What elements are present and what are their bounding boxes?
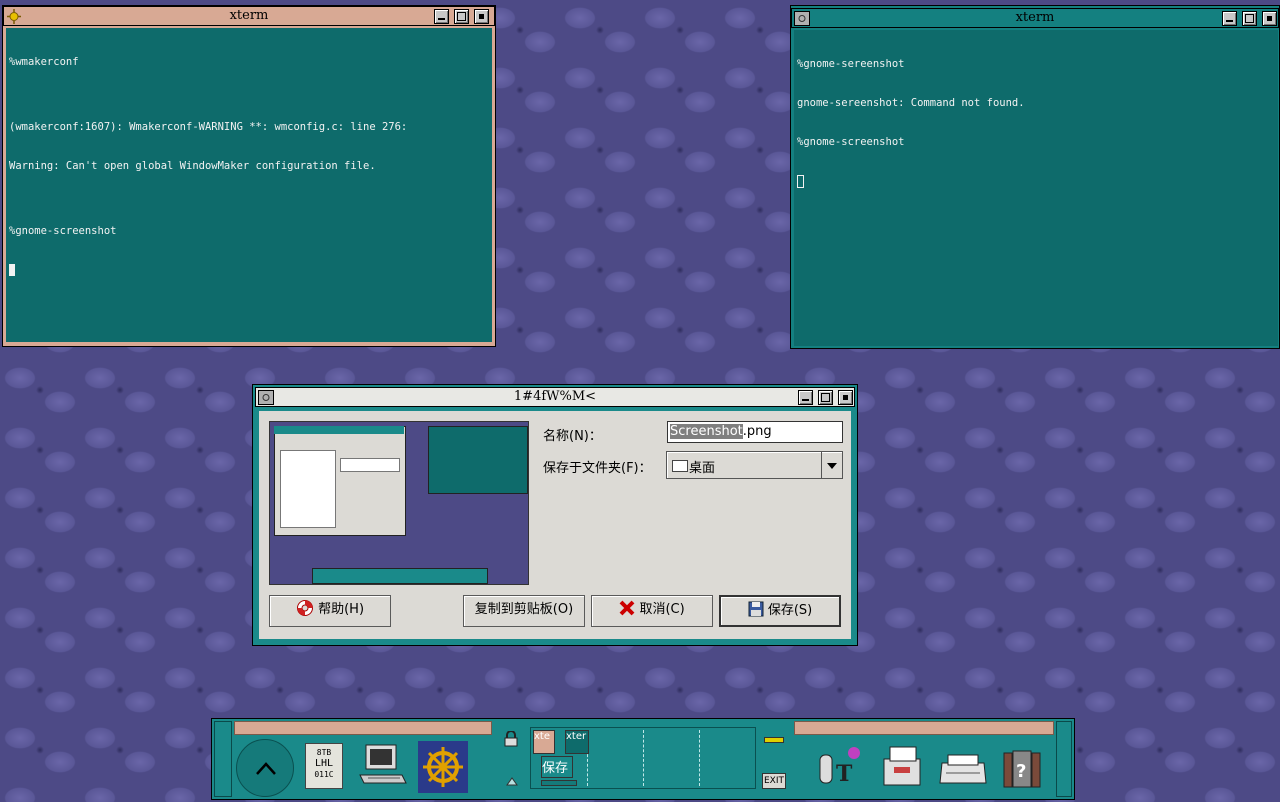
minimize-button[interactable]: [798, 390, 813, 405]
dialog-title: 1#4fW%M<: [513, 389, 597, 404]
svg-text:T: T: [836, 761, 853, 787]
pager-task-label: xter: [566, 731, 587, 742]
pager-task-dialog[interactable]: 保存: [541, 756, 573, 778]
disk-label-line: 8TB: [316, 748, 332, 757]
terminal-line: %gnome-screenshot: [9, 225, 117, 237]
save-button[interactable]: 保存(S): [719, 595, 841, 627]
dock-tab-strip-right[interactable]: [794, 721, 1054, 735]
folder-icon: [672, 460, 688, 472]
cancel-button-label: 取消(C): [639, 602, 685, 617]
help-button-label: 帮助(H): [318, 602, 365, 617]
window-title: xterm: [1015, 10, 1055, 25]
dock-small-indicator: [764, 737, 784, 743]
file-manager-icon[interactable]: [880, 743, 924, 789]
dock-handle-left[interactable]: [214, 721, 232, 797]
svg-text:?: ?: [1016, 761, 1026, 782]
floppy-disk-icon: [748, 601, 764, 617]
maximize-button[interactable]: [454, 9, 469, 24]
dock-handle-right[interactable]: [1056, 721, 1072, 797]
pager-task-xterm[interactable]: xter: [565, 730, 589, 754]
folder-select[interactable]: 桌面: [666, 451, 843, 479]
computer-terminal-icon[interactable]: [358, 743, 408, 789]
pager-task-xterm[interactable]: xte: [533, 730, 555, 754]
close-button[interactable]: [474, 9, 489, 24]
minimize-button[interactable]: [1222, 11, 1237, 26]
minimize-button[interactable]: [434, 9, 449, 24]
folder-select-value: 桌面: [689, 461, 716, 476]
filename-extension: .png: [742, 424, 772, 439]
cancel-button[interactable]: 取消(C): [591, 595, 713, 627]
disk-usage-icon[interactable]: 8TB LHL 011C: [305, 743, 343, 789]
close-button[interactable]: [838, 390, 853, 405]
terminal-line: %wmakerconf: [9, 56, 79, 68]
window-title: xterm: [229, 8, 269, 23]
filename-selected-text: Screenshot: [670, 424, 743, 439]
clock-icon[interactable]: [236, 739, 294, 797]
maximize-button[interactable]: [1242, 11, 1257, 26]
save-button-label: 保存(S): [767, 603, 813, 618]
copy-button-label: 复制到剪贴板(O): [474, 602, 574, 617]
terminal-line: Warning: Can't open global WindowMaker c…: [9, 160, 376, 172]
right-xterm-window[interactable]: xterm %gnome-sereenshot gnome-sereenshot…: [790, 5, 1280, 349]
help-books-icon[interactable]: ?: [1002, 745, 1042, 789]
left-xterm-titlebar[interactable]: xterm: [3, 6, 495, 26]
helm-wheel-icon[interactable]: [418, 741, 468, 793]
mail-tray-icon[interactable]: [938, 749, 988, 789]
terminal-line: gnome-sereenshot: Command not found.: [797, 97, 1025, 109]
screenshot-preview: [269, 421, 529, 585]
copy-to-clipboard-button[interactable]: 复制到剪贴板(O): [463, 595, 585, 627]
text-cursor: [9, 264, 15, 276]
chevron-down-icon[interactable]: [821, 452, 842, 478]
disk-label-line: 011C: [314, 770, 334, 779]
dock-tab-strip-left[interactable]: [234, 721, 492, 735]
terminal-output[interactable]: %wmakerconf (wmakerconf:1607): Wmakercon…: [6, 28, 492, 342]
folder-label: 保存于文件夹(F)：: [543, 461, 652, 476]
filename-input[interactable]: Screenshot.png: [667, 421, 843, 443]
disk-label-line: LHL: [314, 758, 334, 769]
dialog-body: 名称(N)： Screenshot.png 保存于文件夹(F)： 桌面 帮助(H…: [259, 411, 851, 639]
pager-task-label: 保存: [542, 761, 569, 776]
lifebuoy-icon: [296, 600, 313, 616]
exit-button[interactable]: EXIT: [762, 773, 786, 789]
pager-task-label: xte: [534, 731, 550, 742]
left-xterm-window[interactable]: xterm %wmakerconf (wmakerconf:1607): Wma…: [2, 5, 496, 347]
terminal-output[interactable]: %gnome-sereenshot gnome-sereenshot: Comm…: [794, 30, 1278, 346]
terminal-line: (wmakerconf:1607): Wmakerconf-WARNING **…: [9, 121, 408, 133]
right-xterm-titlebar[interactable]: xterm: [791, 8, 1279, 28]
chevron-up-icon[interactable]: [506, 771, 518, 786]
terminal-line: %gnome-screenshot: [797, 136, 905, 148]
save-screenshot-dialog[interactable]: 1#4fW%M< 名称(N)： Screenshot.png 保存于文件夹(F)…: [252, 384, 858, 646]
help-button[interactable]: 帮助(H): [269, 595, 391, 627]
name-label: 名称(N)：: [543, 429, 602, 444]
dialog-titlebar[interactable]: 1#4fW%M<: [255, 387, 855, 407]
close-button[interactable]: [1262, 11, 1277, 26]
terminal-line: %gnome-sereenshot: [797, 58, 905, 70]
maximize-button[interactable]: [818, 390, 833, 405]
font-tool-icon[interactable]: T: [816, 745, 866, 789]
cancel-x-icon: [619, 600, 635, 616]
text-cursor: [797, 175, 804, 188]
workspace-pager[interactable]: xte xter 保存: [530, 727, 756, 789]
lock-icon[interactable]: [504, 730, 518, 747]
front-panel-dock: 8TB LHL 011C xte xter 保存 EXIT T ?: [211, 718, 1075, 800]
